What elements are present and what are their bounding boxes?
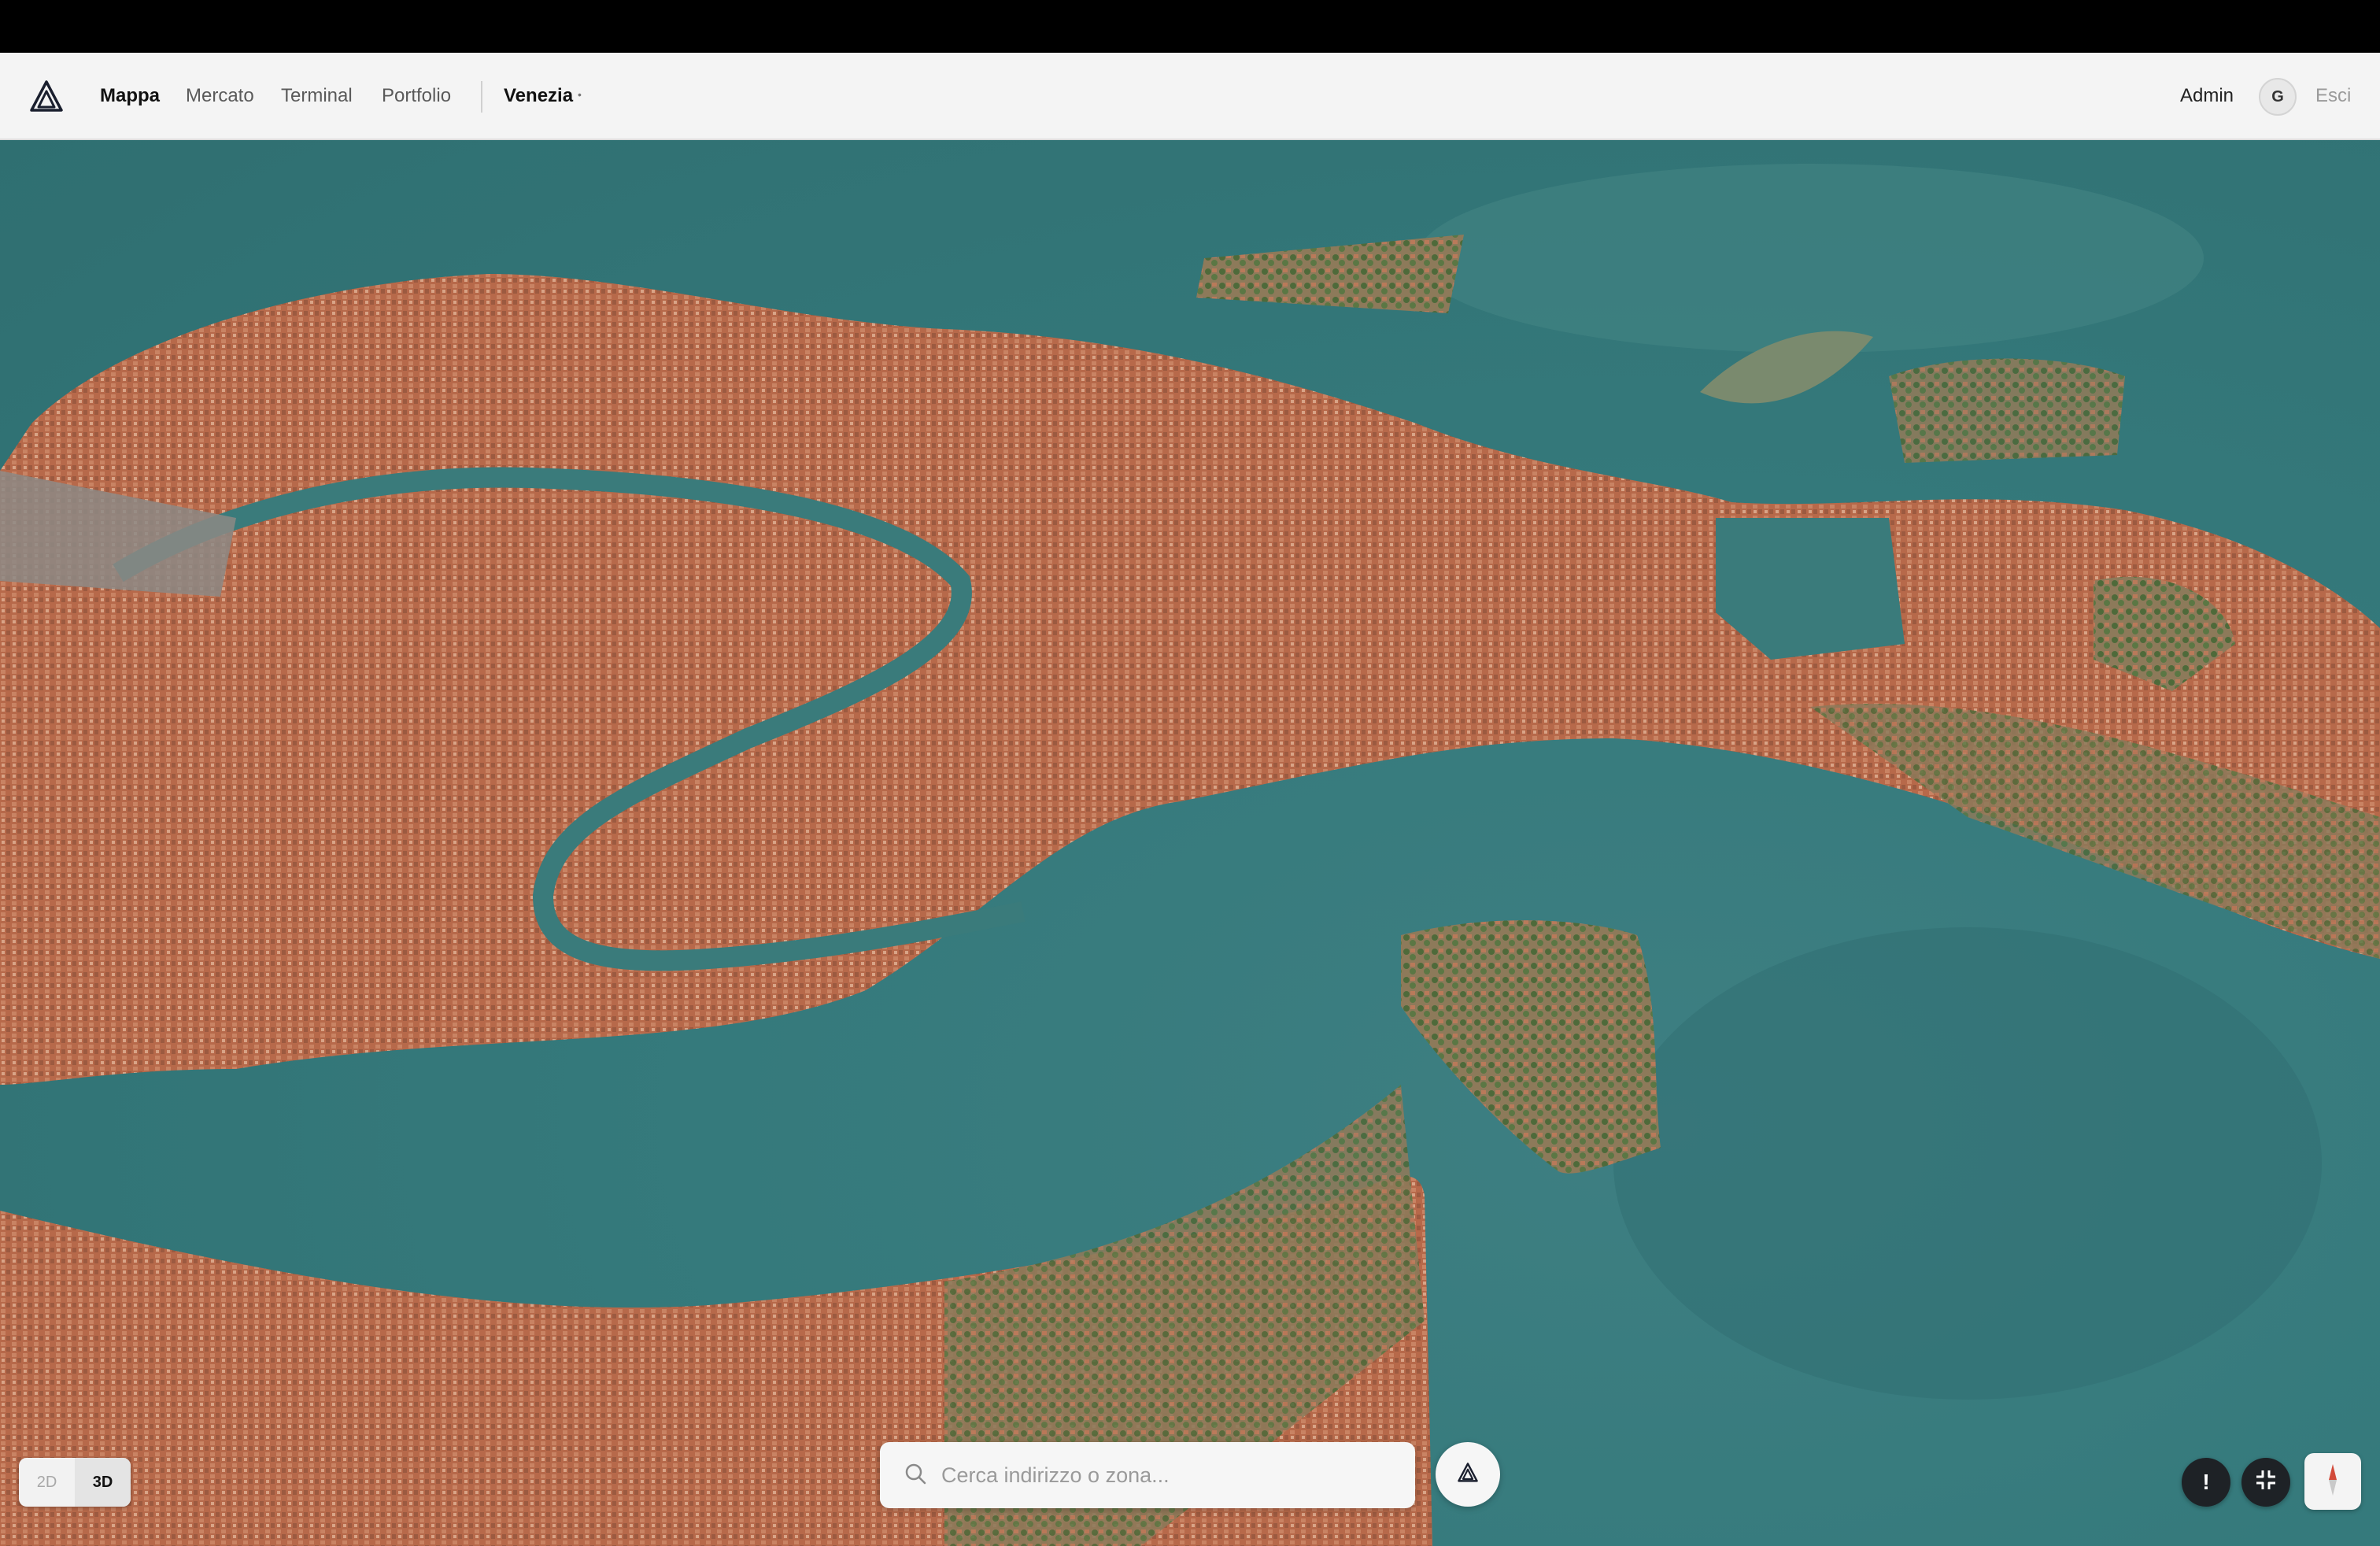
compass-icon bbox=[2325, 1463, 2341, 1501]
os-top-bar bbox=[0, 0, 2380, 53]
search-input[interactable] bbox=[941, 1463, 1398, 1488]
logout-link[interactable]: Esci bbox=[2315, 83, 2351, 109]
address-search-bar bbox=[880, 1442, 1415, 1508]
exit-fullscreen-icon bbox=[2254, 1468, 2278, 1497]
alert-button[interactable]: ! bbox=[2182, 1458, 2230, 1507]
search-icon bbox=[904, 1462, 927, 1489]
nav-link-portfolio[interactable]: Portfolio bbox=[382, 83, 451, 109]
logo-icon bbox=[1457, 1462, 1479, 1488]
nav-link-mercato[interactable]: Mercato bbox=[186, 83, 254, 109]
mode-3d-option[interactable]: 3D bbox=[75, 1458, 131, 1507]
logo-action-button[interactable] bbox=[1436, 1442, 1500, 1507]
view-mode-toggle: 2D 3D bbox=[19, 1458, 131, 1507]
city-selector[interactable]: Venezia bbox=[504, 83, 573, 109]
city-dropdown-indicator-icon[interactable]: • bbox=[578, 88, 582, 101]
nav-link-terminal[interactable]: Terminal bbox=[281, 83, 353, 109]
map-canvas[interactable] bbox=[0, 140, 2380, 1546]
satellite-map-image bbox=[0, 164, 2380, 1546]
exit-fullscreen-button[interactable] bbox=[2241, 1458, 2290, 1507]
user-avatar[interactable]: G bbox=[2259, 78, 2297, 116]
nav-link-mappa[interactable]: Mappa bbox=[100, 83, 160, 109]
admin-link[interactable]: Admin bbox=[2180, 83, 2234, 109]
top-navbar: Mappa Mercato Terminal Portfolio Venezia… bbox=[0, 53, 2380, 140]
app-logo-icon[interactable] bbox=[28, 79, 65, 115]
mode-2d-option[interactable]: 2D bbox=[19, 1458, 75, 1507]
alert-icon: ! bbox=[2202, 1470, 2210, 1494]
compass-button[interactable] bbox=[2304, 1453, 2361, 1510]
nav-divider bbox=[481, 81, 482, 113]
